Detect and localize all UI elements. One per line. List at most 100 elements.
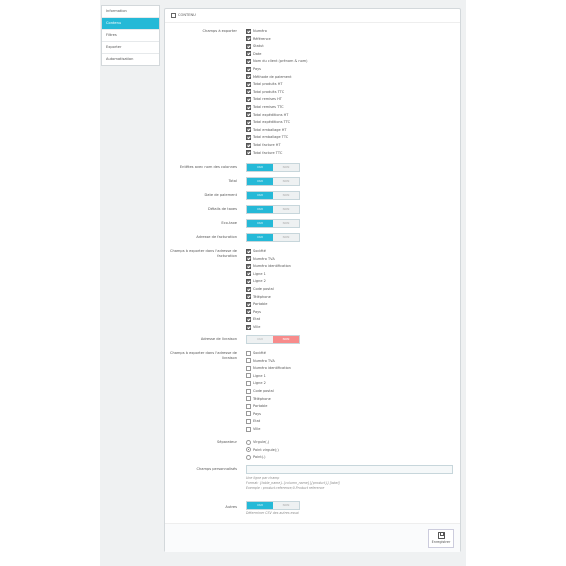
field-checkbox[interactable]: Référence bbox=[246, 36, 271, 44]
checkbox-icon[interactable] bbox=[246, 380, 251, 386]
checkbox-icon[interactable] bbox=[246, 358, 251, 364]
headers-toggle[interactable]: OUI NON bbox=[246, 163, 300, 172]
sidebar-item-exporter[interactable]: Exporter bbox=[102, 42, 159, 54]
toggle-yes[interactable]: OUI bbox=[247, 234, 273, 241]
invoice-field-checkbox[interactable]: Société bbox=[246, 248, 266, 256]
checkbox-icon[interactable] bbox=[246, 426, 251, 432]
checkbox-icon[interactable] bbox=[246, 365, 251, 371]
invoice-field-checkbox[interactable]: Etat bbox=[246, 316, 260, 324]
checkbox-icon[interactable] bbox=[246, 418, 251, 424]
toggle-yes[interactable]: OUI bbox=[247, 178, 273, 185]
invoice-field-checkbox[interactable]: Ligne 2 bbox=[246, 278, 266, 286]
total-toggle[interactable]: OUI NON bbox=[246, 177, 300, 186]
separator-radio[interactable]: Point(.) bbox=[246, 454, 266, 462]
field-checkbox[interactable]: Total emballage HT bbox=[246, 127, 287, 135]
checkbox-icon[interactable] bbox=[246, 74, 251, 80]
ecotax-toggle[interactable]: OUI NON bbox=[246, 219, 300, 228]
checkbox-icon[interactable] bbox=[246, 396, 251, 402]
toggle-yes[interactable]: OUI bbox=[247, 206, 273, 213]
field-checkbox[interactable]: Total facture HT bbox=[246, 142, 281, 150]
field-checkbox[interactable]: Total remises HT bbox=[246, 96, 282, 104]
checkbox-icon[interactable] bbox=[246, 81, 251, 87]
delivery-field-checkbox[interactable]: Numéro TVA bbox=[246, 358, 275, 366]
checkbox-icon[interactable] bbox=[246, 150, 251, 156]
toggle-no[interactable]: NON bbox=[273, 502, 299, 509]
checkbox-icon[interactable] bbox=[246, 388, 251, 394]
checkbox-icon[interactable] bbox=[246, 403, 251, 409]
field-checkbox[interactable]: Numéro bbox=[246, 28, 267, 36]
checkbox-icon[interactable] bbox=[246, 411, 251, 417]
checkbox-icon[interactable] bbox=[246, 96, 251, 102]
checkbox-icon[interactable] bbox=[246, 28, 251, 34]
checkbox-icon[interactable] bbox=[246, 256, 251, 262]
checkbox-icon[interactable] bbox=[246, 294, 251, 300]
field-checkbox[interactable]: Statut bbox=[246, 43, 264, 51]
checkbox-icon[interactable] bbox=[246, 36, 251, 42]
invoice-field-checkbox[interactable]: Pays bbox=[246, 309, 261, 317]
field-checkbox[interactable]: Total emballage TTC bbox=[246, 134, 288, 142]
delivery-field-checkbox[interactable]: Etat bbox=[246, 418, 260, 426]
invoice-field-checkbox[interactable]: Ligne 1 bbox=[246, 271, 266, 279]
checkbox-icon[interactable] bbox=[246, 112, 251, 118]
radio-icon[interactable] bbox=[246, 454, 251, 460]
toggle-no[interactable]: NON bbox=[273, 206, 299, 213]
invoice-field-checkbox[interactable]: Code postal bbox=[246, 286, 274, 294]
checkbox-icon[interactable] bbox=[246, 58, 251, 64]
sidebar-item-information[interactable]: Information bbox=[102, 6, 159, 18]
invoice-field-checkbox[interactable]: Numéro TVA bbox=[246, 256, 275, 264]
checkbox-icon[interactable] bbox=[246, 278, 251, 284]
checkbox-icon[interactable] bbox=[246, 51, 251, 57]
checkbox-icon[interactable] bbox=[246, 134, 251, 140]
field-checkbox[interactable]: Total facture TTC bbox=[246, 150, 282, 158]
delivery-field-checkbox[interactable]: Société bbox=[246, 350, 266, 358]
sidebar-item-contenu[interactable]: Contenu bbox=[102, 18, 159, 30]
payment-date-toggle[interactable]: OUI NON bbox=[246, 191, 300, 200]
checkbox-icon[interactable] bbox=[246, 286, 251, 292]
toggle-no[interactable]: NON bbox=[273, 336, 299, 343]
sidebar-item-filtres[interactable]: Filtres bbox=[102, 30, 159, 42]
invoice-field-checkbox[interactable]: Portable bbox=[246, 301, 267, 309]
invoice-field-checkbox[interactable]: Ville bbox=[246, 324, 260, 332]
toggle-yes[interactable]: OUI bbox=[247, 192, 273, 199]
toggle-no[interactable]: NON bbox=[273, 234, 299, 241]
toggle-no[interactable]: NON bbox=[273, 178, 299, 185]
field-checkbox[interactable]: Total produits TTC bbox=[246, 89, 284, 97]
checkbox-icon[interactable] bbox=[246, 142, 251, 148]
delivery-field-checkbox[interactable]: Ligne 2 bbox=[246, 380, 266, 388]
field-checkbox[interactable]: Pays bbox=[246, 66, 261, 74]
checkbox-icon[interactable] bbox=[246, 271, 251, 277]
field-checkbox[interactable]: Total remises TTC bbox=[246, 104, 284, 112]
custom-fields-input[interactable] bbox=[246, 465, 453, 474]
checkbox-icon[interactable] bbox=[246, 43, 251, 49]
delivery-field-checkbox[interactable]: Pays bbox=[246, 411, 261, 419]
save-button[interactable]: Enregistrer bbox=[428, 529, 454, 548]
tax-details-toggle[interactable]: OUI NON bbox=[246, 205, 300, 214]
checkbox-icon[interactable] bbox=[246, 309, 251, 315]
checkbox-icon[interactable] bbox=[246, 66, 251, 72]
toggle-yes[interactable]: OUI bbox=[247, 336, 273, 343]
checkbox-icon[interactable] bbox=[246, 373, 251, 379]
delivery-address-toggle[interactable]: OUI NON bbox=[246, 335, 300, 344]
checkbox-icon[interactable] bbox=[246, 104, 251, 110]
toggle-no[interactable]: NON bbox=[273, 192, 299, 199]
delivery-field-checkbox[interactable]: Portable bbox=[246, 403, 267, 411]
separator-radio[interactable]: Point virgule(;) bbox=[246, 447, 279, 455]
invoice-field-checkbox[interactable]: Numéro identification bbox=[246, 263, 291, 271]
toggle-yes[interactable]: OUI bbox=[247, 502, 273, 509]
field-checkbox[interactable]: Total expéditions TTC bbox=[246, 119, 290, 127]
field-checkbox[interactable]: Nom du client (prénom & nom) bbox=[246, 58, 308, 66]
checkbox-icon[interactable] bbox=[246, 301, 251, 307]
radio-icon[interactable] bbox=[246, 447, 251, 453]
delivery-field-checkbox[interactable]: Ligne 1 bbox=[246, 373, 266, 381]
checkbox-icon[interactable] bbox=[246, 119, 251, 125]
checkbox-icon[interactable] bbox=[246, 316, 251, 322]
invoice-field-checkbox[interactable]: Téléphone bbox=[246, 294, 271, 302]
field-checkbox[interactable]: Total produits HT bbox=[246, 81, 283, 89]
delivery-field-checkbox[interactable]: Ville bbox=[246, 426, 260, 434]
toggle-yes[interactable]: OUI bbox=[247, 220, 273, 227]
toggle-no[interactable]: NON bbox=[273, 164, 299, 171]
field-checkbox[interactable]: Total expéditions HT bbox=[246, 112, 288, 120]
invoice-address-toggle[interactable]: OUI NON bbox=[246, 233, 300, 242]
checkbox-icon[interactable] bbox=[246, 89, 251, 95]
delivery-field-checkbox[interactable]: Numéro identification bbox=[246, 365, 291, 373]
